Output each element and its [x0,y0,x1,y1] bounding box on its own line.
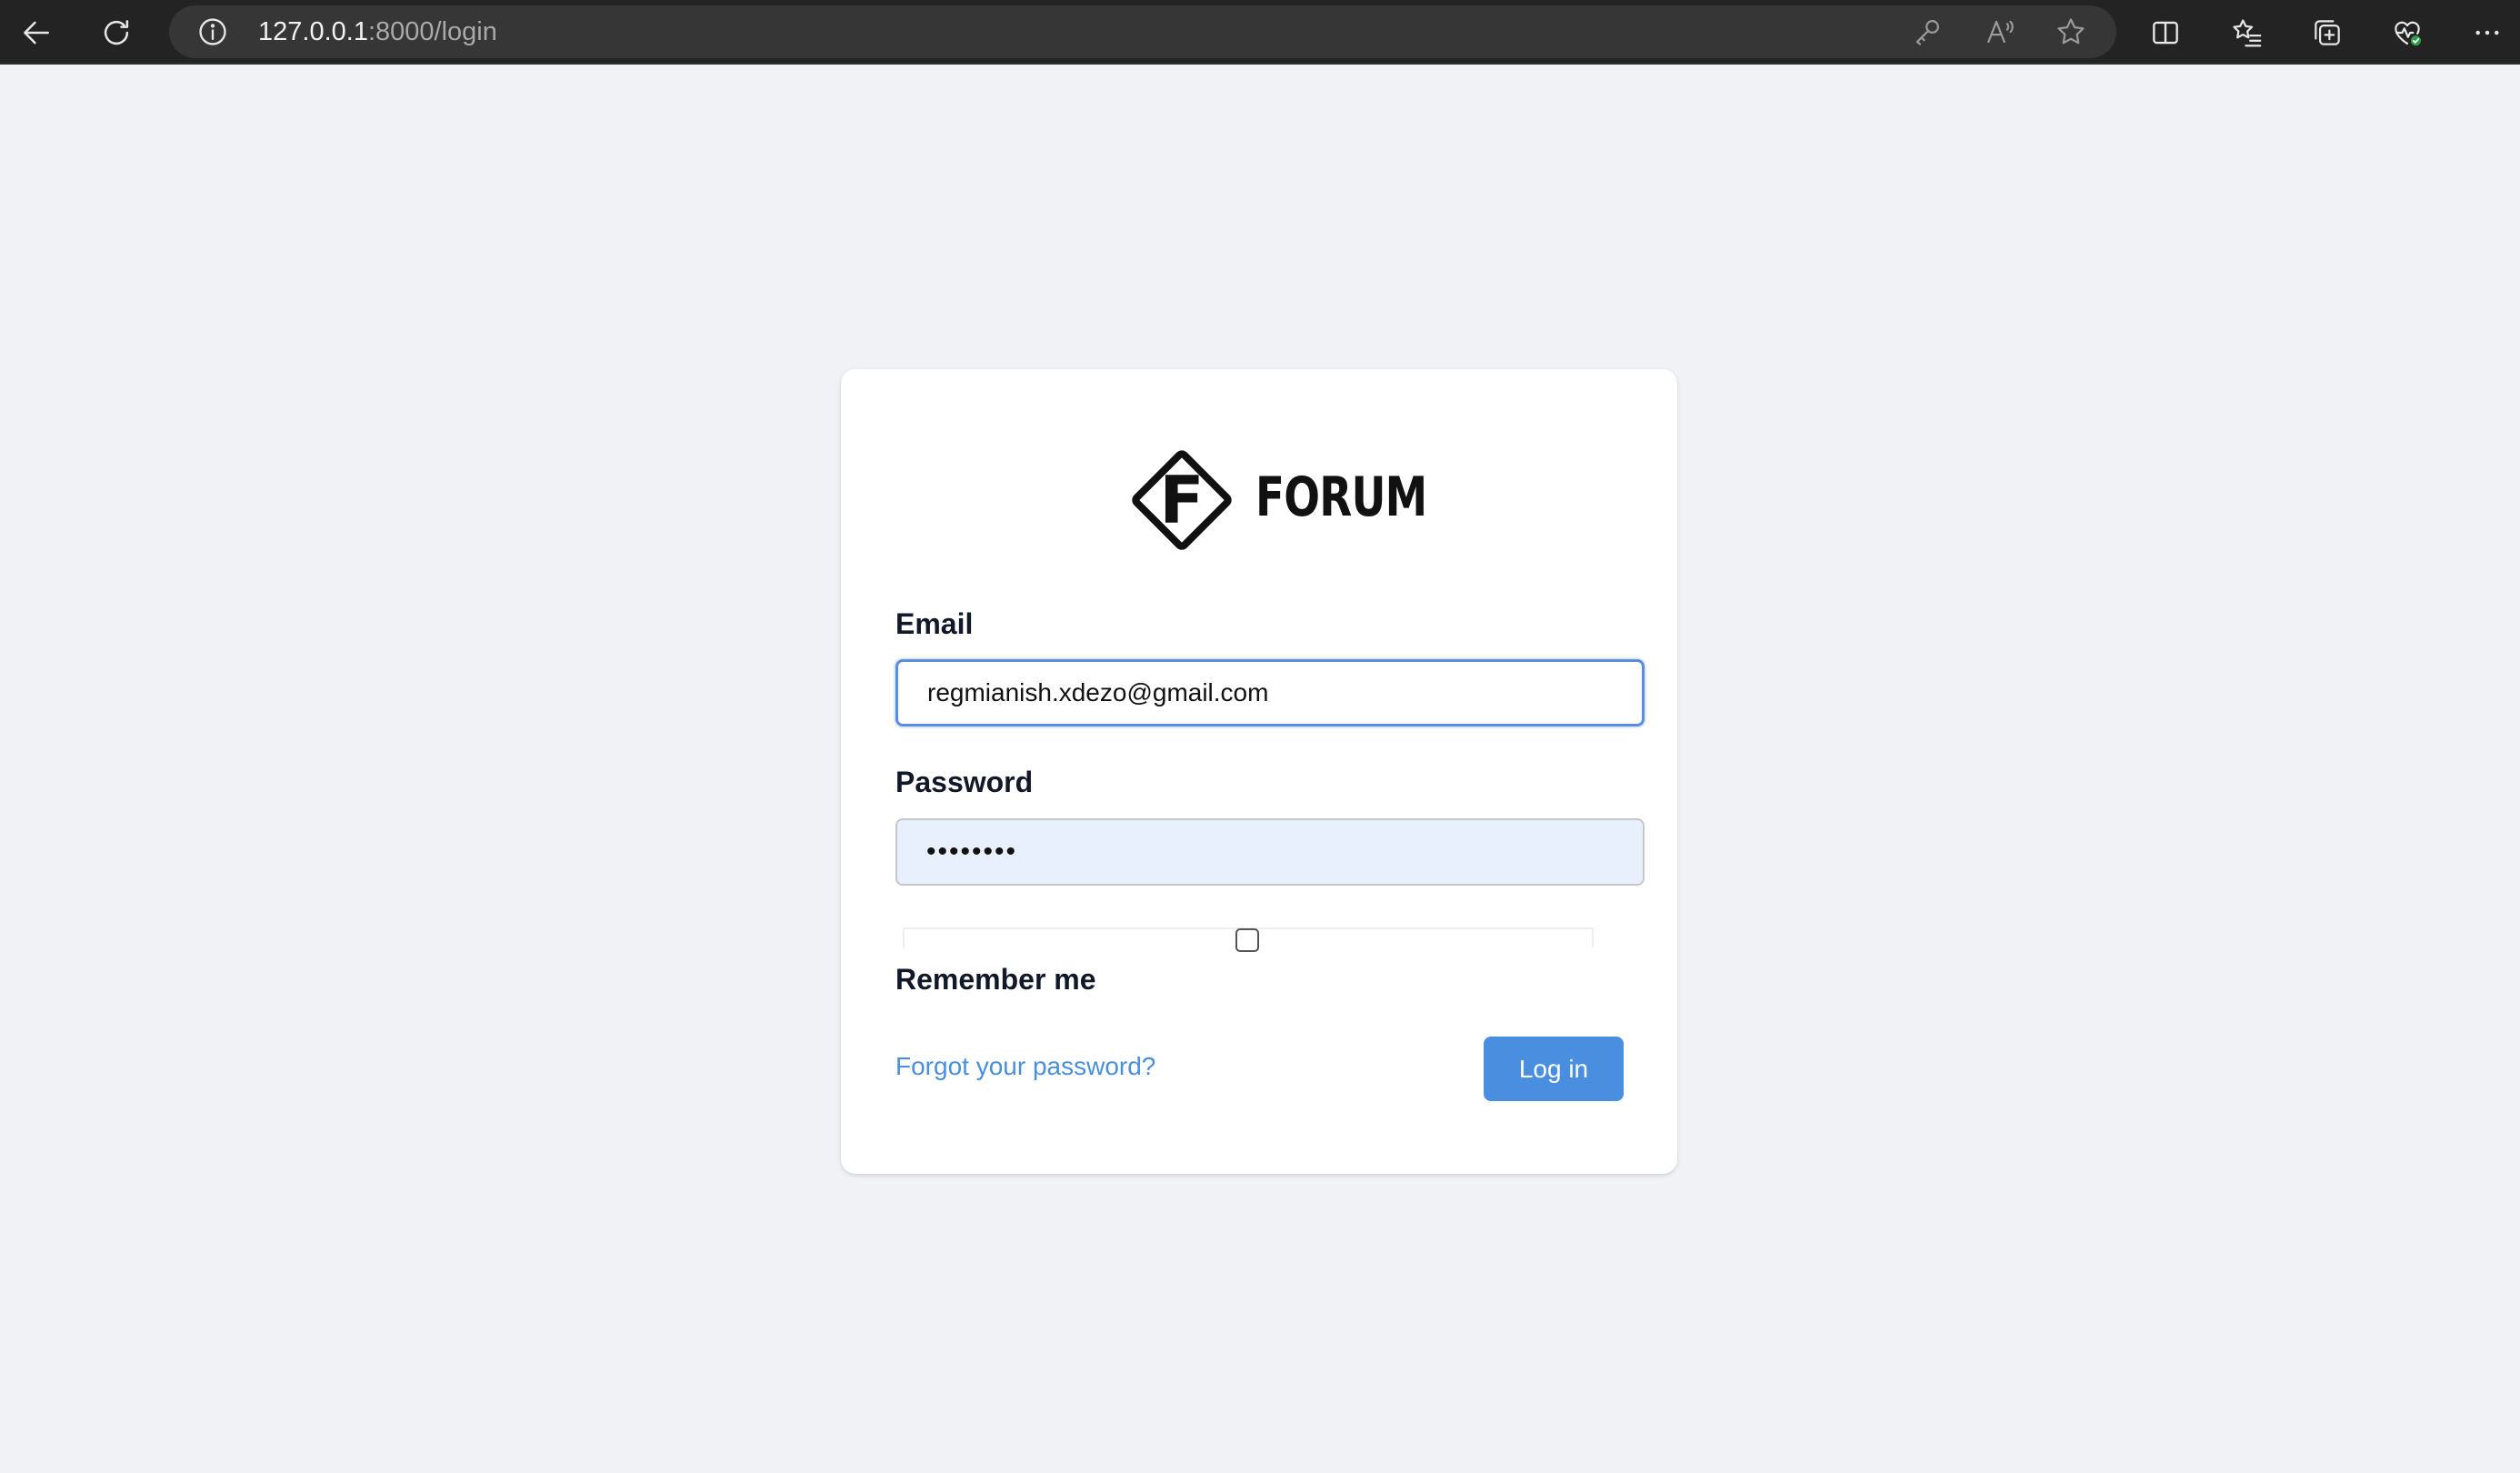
log-in-button[interactable]: Log in [1484,1037,1624,1101]
remember-me-checkbox[interactable] [1235,928,1259,952]
info-icon [199,18,226,45]
back-icon [24,21,49,45]
split-screen-button[interactable] [2138,5,2193,60]
email-field[interactable]: regmianish.xdezo@gmail.com [895,659,1645,726]
password-label: Password [895,766,1034,798]
logo-wordmark: FORUM [1255,466,1427,529]
forum-diamond-logo-icon: F [1132,450,1232,550]
address-bar[interactable]: 127.0.0.1:8000/login [169,5,2116,58]
logo-mark-letter: F [1159,462,1204,538]
browser-essentials-icon [2395,21,2423,47]
url-path: :8000/login [367,17,497,46]
email-label: Email [895,607,974,640]
browser-toolbar: 127.0.0.1:8000/login [0,0,2520,65]
address-url[interactable]: 127.0.0.1:8000/login [258,5,497,58]
favorites-button[interactable] [2220,5,2275,60]
url-host: 127.0.0.1 [258,17,368,46]
refresh-button[interactable] [89,5,144,60]
password-key-icon [1915,20,1939,45]
collections-icon [2315,20,2340,45]
password-value: •••••••• [926,837,1018,867]
split-screen-icon [2153,21,2178,45]
read-aloud-icon [1987,20,2014,44]
remember-me-label[interactable]: Remember me [895,963,1096,997]
site-info-button[interactable] [185,5,240,59]
settings-more-button[interactable] [2460,5,2515,60]
forgot-password-link[interactable]: Forgot your password? [895,1052,1155,1081]
password-manager-button[interactable] [1900,5,1955,59]
collections-button[interactable] [2300,5,2355,60]
password-field[interactable]: •••••••• [895,818,1645,886]
favorite-star-icon [2057,18,2085,45]
add-favorite-button[interactable] [2044,5,2098,59]
browser-essentials-button[interactable] [2380,5,2435,60]
forum-logo[interactable]: F FORUM [1121,439,1427,561]
favorites-list-icon [2233,19,2262,47]
more-icon [2475,30,2499,35]
back-button[interactable] [9,5,64,60]
read-aloud-button[interactable] [1973,5,2027,59]
refresh-icon [104,20,129,45]
login-card: F FORUM Email regmianish.xdezo@gmail.com… [841,369,1677,1174]
email-value: regmianish.xdezo@gmail.com [927,678,1269,706]
